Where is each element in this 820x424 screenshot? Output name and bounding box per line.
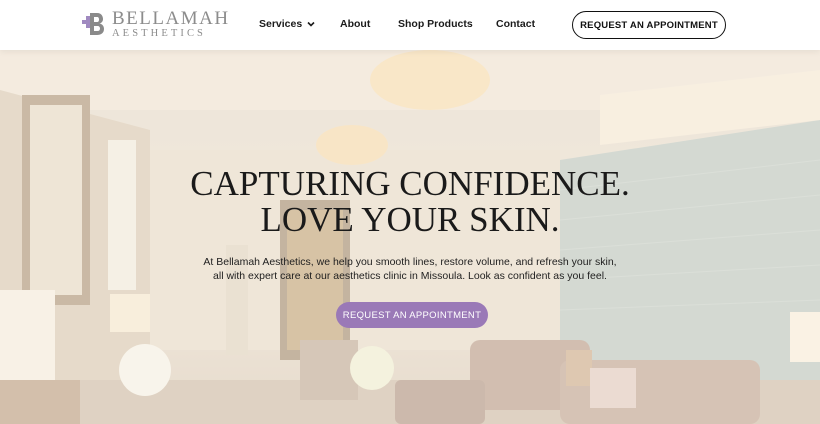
nav-item-shop-products[interactable]: Shop Products [398,18,473,30]
hero-title-line2: LOVE YOUR SKIN. [260,200,560,239]
hero-description-line1: At Bellamah Aesthetics, we help you smoo… [203,256,617,268]
hero-title-line1: CAPTURING CONFIDENCE. [190,164,630,203]
chevron-down-icon [307,21,315,27]
logo[interactable]: BELLAMAH AESTHETICS [82,8,230,40]
logo-tagline: AESTHETICS [112,27,206,39]
nav-item-about[interactable]: About [340,18,370,30]
logo-mark-icon [82,9,106,39]
nav-item-services[interactable]: Services [259,18,315,30]
nav-item-contact[interactable]: Contact [496,18,535,30]
hero-content: CAPTURING CONFIDENCE. LOVE YOUR SKIN. At… [0,50,820,424]
nav-item-label: About [340,18,371,30]
nav-item-label: Shop Products [398,18,473,30]
site-header: BELLAMAH AESTHETICS Services About Shop … [0,0,820,50]
logo-name: BELLAMAH [112,7,230,29]
nav-item-label: Contact [496,18,536,30]
hero-section: CAPTURING CONFIDENCE. LOVE YOUR SKIN. At… [0,50,820,424]
hero-description-line2: all with expert care at our aesthetics c… [213,270,607,282]
request-appointment-button[interactable]: REQUEST AN APPOINTMENT [572,11,726,39]
hero-request-appointment-button[interactable]: REQUEST AN APPOINTMENT [336,302,488,328]
nav-item-label: Services [259,18,303,30]
